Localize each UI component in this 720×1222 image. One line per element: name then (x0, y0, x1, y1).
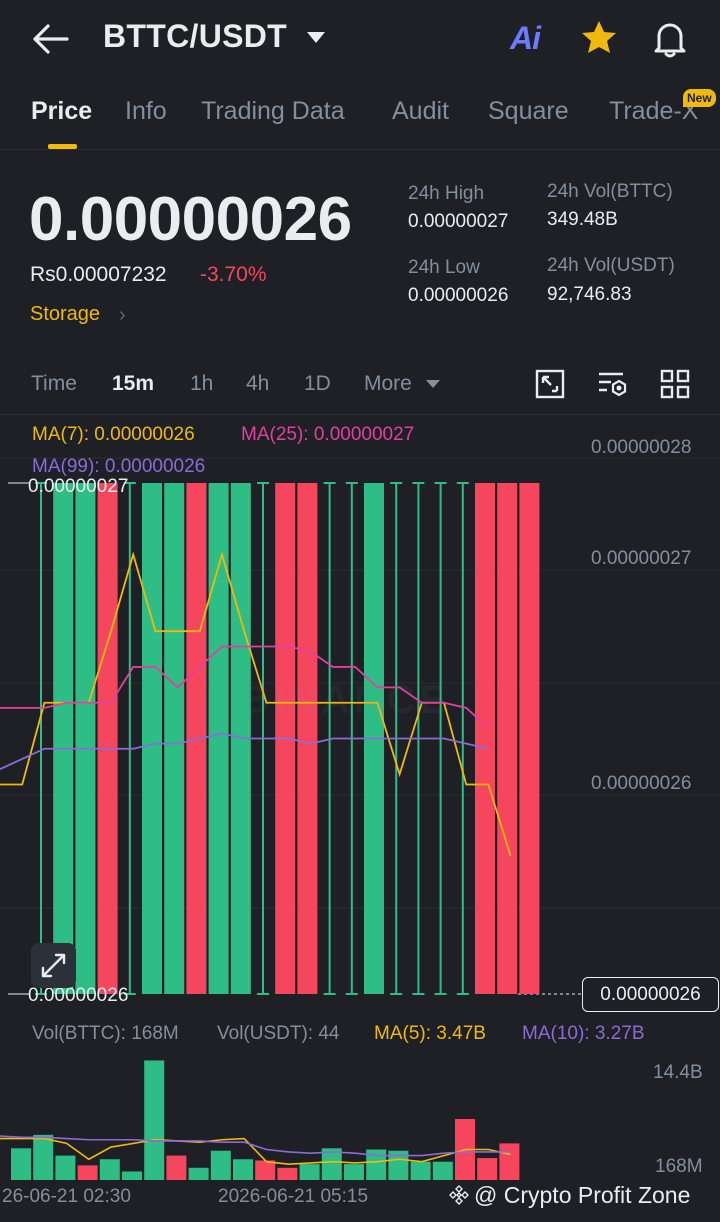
indicator-settings-icon[interactable] (597, 368, 629, 400)
stat-vol-quote-value: 92,746.83 (547, 284, 632, 305)
tab-trading-data[interactable]: Trading Data (201, 97, 345, 126)
tab-price[interactable]: Price (31, 97, 92, 126)
high-price-marker: 0.00000027 (28, 476, 129, 497)
star-icon[interactable] (580, 19, 618, 57)
tab-info[interactable]: Info (125, 97, 167, 126)
tab-active-indicator (48, 144, 77, 149)
ai-icon[interactable]: Ai (510, 20, 541, 57)
timeframe-time[interactable]: Time (31, 372, 77, 396)
pair-title[interactable]: BTTC/USDT (103, 18, 287, 55)
credit-label: @ Crypto Profit Zone (474, 1182, 691, 1208)
vol-ma10-legend: MA(10): 3.27B (522, 1023, 645, 1044)
vol-quote-legend: Vol(USDT): 44 (217, 1023, 340, 1044)
bell-icon[interactable] (651, 18, 689, 58)
y-axis-label: 0.00000028 (591, 437, 692, 458)
last-price: 0.00000026 (29, 185, 352, 254)
y-axis-label: 0.00000026 (591, 773, 692, 794)
stat-vol-quote-label: 24h Vol(USDT) (547, 255, 675, 276)
chevron-right-icon[interactable]: › (119, 304, 126, 327)
ma99-legend: MA(99): 0.00000026 (32, 456, 206, 477)
stat-low-value: 0.00000026 (408, 285, 509, 306)
timeframe-15m[interactable]: 15m (112, 372, 154, 396)
ma7-legend: MA(7): 0.00000026 (32, 424, 195, 445)
vol-ma5-legend: MA(5): 3.47B (374, 1023, 486, 1044)
low-price-marker: 0.00000026 (28, 985, 129, 1006)
timeframe-1d[interactable]: 1D (304, 372, 331, 396)
fiat-price: Rs0.00007232 (30, 263, 167, 286)
stat-high-label: 24h High (408, 183, 485, 204)
binance-logo-icon (449, 1185, 469, 1205)
top-bar: BTTC/USDT Ai (0, 0, 720, 78)
storage-link[interactable]: Storage (30, 303, 100, 326)
x-axis-date: 26-06-21 02:30 (2, 1186, 131, 1207)
binance-watermark: BINANCE (240, 678, 451, 722)
caret-down-icon[interactable] (426, 380, 440, 388)
y-axis-label: 0.00000027 (591, 548, 692, 569)
chevron-down-icon[interactable] (307, 32, 325, 43)
fullscreen-icon[interactable] (534, 368, 566, 400)
credit-text: @ Crypto Profit Zone (448, 1182, 690, 1209)
stat-high-value: 0.00000027 (408, 211, 509, 232)
x-axis-date: 2026-06-21 05:15 (218, 1186, 369, 1207)
expand-chart-button[interactable] (31, 943, 76, 988)
last-price-tag[interactable]: 0.00000026 (582, 977, 719, 1012)
timeframe-more[interactable]: More (364, 372, 412, 396)
back-arrow-icon[interactable] (30, 22, 70, 56)
ma25-legend: MA(25): 0.00000027 (241, 424, 415, 445)
main-tabs: Price Info Trading Data Audit Square Tra… (0, 88, 720, 150)
stat-low-label: 24h Low (408, 257, 480, 278)
timeframe-4h[interactable]: 4h (246, 372, 269, 396)
price-change: -3.70% (200, 263, 267, 286)
stat-vol-base-value: 349.48B (547, 209, 618, 230)
vol-axis-bottom: 168M (655, 1156, 703, 1177)
expand-icon (41, 953, 66, 978)
layout-grid-icon[interactable] (659, 368, 691, 400)
new-badge: New (683, 89, 716, 107)
tab-audit[interactable]: Audit (392, 97, 449, 126)
tab-square[interactable]: Square (488, 97, 569, 126)
kline-chart[interactable] (0, 414, 720, 1222)
vol-axis-top: 14.4B (653, 1062, 703, 1083)
timeframe-1h[interactable]: 1h (190, 372, 213, 396)
vol-base-legend: Vol(BTTC): 168M (32, 1023, 179, 1044)
stat-vol-base-label: 24h Vol(BTTC) (547, 181, 673, 202)
